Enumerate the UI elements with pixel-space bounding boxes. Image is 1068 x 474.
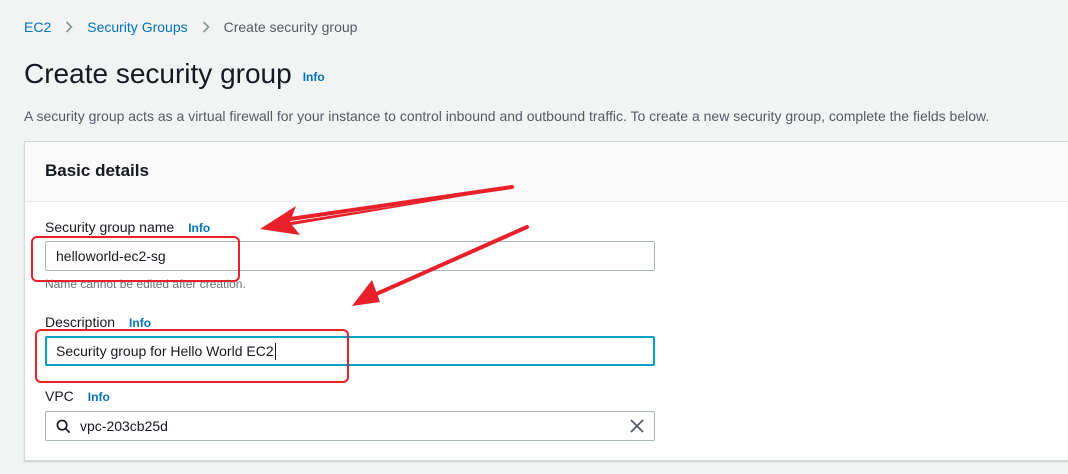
chevron-right-icon [188,21,224,33]
description-field: Description Info Security group for Hell… [45,314,655,366]
search-icon [56,419,71,434]
security-group-name-label-row: Security group name Info [45,219,655,239]
security-group-name-value: helloworld-ec2-sg [56,248,166,264]
page-description: A security group acts as a virtual firew… [24,108,990,124]
security-group-name-constraint: Name cannot be edited after creation. [45,277,246,291]
breadcrumb: EC2 Security Groups Create security grou… [24,17,357,37]
vpc-info-link[interactable]: Info [88,390,110,404]
description-label: Description [45,314,116,330]
breadcrumb-ec2[interactable]: EC2 [24,19,51,35]
description-value: Security group for Hello World EC2 [56,343,274,359]
close-icon[interactable] [630,419,644,433]
text-cursor [274,342,276,360]
basic-details-panel: Basic details Security group name Info h… [24,141,1068,461]
page-title: Create security group [24,58,292,89]
panel-header: Basic details [25,142,1068,202]
security-group-name-field: Security group name Info helloworld-ec2-… [45,219,655,291]
page-header: Create security group Info [24,58,325,90]
breadcrumb-current: Create security group [223,19,358,35]
vpc-select[interactable]: vpc-203cb25d [45,411,655,441]
description-info-link[interactable]: Info [129,316,151,330]
breadcrumb-security-groups[interactable]: Security Groups [87,19,187,35]
vpc-value: vpc-203cb25d [80,418,168,434]
security-group-name-label: Security group name [45,219,175,235]
description-label-row: Description Info [45,314,655,334]
vpc-label-row: VPC Info [45,388,655,408]
vpc-select-content: vpc-203cb25d [56,418,168,434]
description-input[interactable]: Security group for Hello World EC2 [45,336,655,366]
security-group-name-input[interactable]: helloworld-ec2-sg [45,241,655,271]
chevron-right-icon [51,21,87,33]
basic-details-title: Basic details [45,161,149,180]
vpc-label: VPC [45,388,74,404]
vpc-field: VPC Info vpc-203cb25d [45,388,655,441]
page-info-link[interactable]: Info [303,70,325,84]
security-group-name-info-link[interactable]: Info [188,221,210,235]
